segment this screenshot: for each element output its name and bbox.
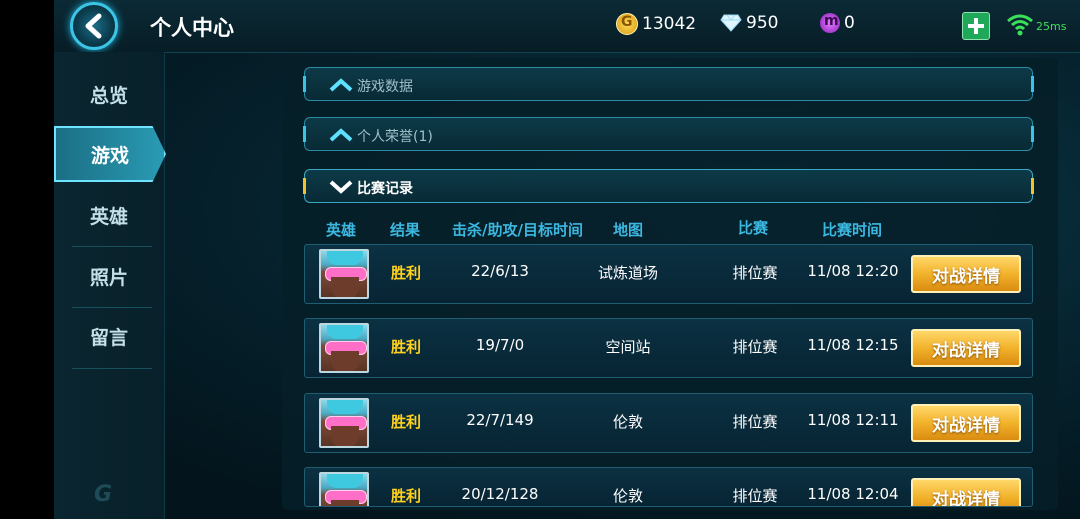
diamond-balance: 950	[720, 13, 778, 33]
add-currency-button[interactable]	[962, 12, 990, 40]
mode-cell: 排位赛	[732, 264, 778, 282]
result-cell: 胜利	[391, 264, 422, 282]
diamond-amount: 950	[746, 13, 779, 33]
ping-value: 25ms	[1036, 20, 1067, 33]
sidebar-item-messages[interactable]: 留言	[54, 306, 164, 366]
hero-avatar	[319, 323, 369, 373]
sidebar-item-photos[interactable]: 照片	[54, 246, 164, 306]
gold-balance: 13042	[616, 13, 696, 35]
result-cell: 胜利	[391, 338, 422, 356]
kda-cell: 19/7/0	[475, 336, 525, 354]
hero-avatar	[319, 472, 369, 506]
column-header-time: 比赛时间	[822, 221, 883, 239]
table-row: 胜利 19/7/0 空间站 排位赛 11/08 12:15 对战详情	[304, 318, 1033, 378]
kda-cell: 22/6/13	[471, 262, 529, 280]
chevron-up-icon	[329, 128, 353, 142]
sidebar-item-heroes[interactable]: 英雄	[54, 185, 164, 245]
map-cell: 试炼道场	[597, 264, 658, 282]
m-coin-amount: 0	[844, 13, 855, 33]
gold-coin-icon	[616, 13, 638, 35]
column-header-mode: 比赛	[738, 219, 769, 237]
sidebar: 总览 游戏 英雄 照片 留言 G	[54, 52, 166, 519]
column-header-hero: 英雄	[326, 221, 357, 239]
column-header-kda: 击杀/助攻/目标时间	[452, 221, 583, 239]
time-cell: 11/08 12:04	[807, 485, 899, 503]
mode-cell: 排位赛	[732, 413, 778, 431]
chevron-down-icon	[329, 180, 353, 194]
left-bezel	[0, 0, 54, 519]
kda-cell: 20/12/128	[461, 485, 539, 503]
time-cell: 11/08 12:15	[807, 336, 899, 354]
screen: 个人中心 13042 950 0 25ms 总览 游戏 英雄 照片 留言 G	[0, 0, 1080, 519]
table-row: 胜利 20/12/128 伦敦 排位赛 11/08 12:04 对战详情	[304, 467, 1033, 507]
page-title: 个人中心	[150, 16, 234, 40]
back-arrow-icon	[85, 13, 102, 39]
m-coin-icon	[820, 13, 840, 33]
sidebar-item-game[interactable]: 游戏	[54, 126, 166, 182]
gold-amount: 13042	[642, 14, 697, 34]
map-cell: 空间站	[605, 338, 651, 356]
time-cell: 11/08 12:11	[807, 411, 899, 429]
section-game-data[interactable]: 游戏数据	[303, 67, 1034, 101]
mode-cell: 排位赛	[732, 338, 778, 356]
section-label: 比赛记录	[357, 181, 413, 197]
brand-logo-icon: G	[94, 482, 113, 507]
m-coin-balance: 0	[820, 13, 855, 33]
result-cell: 胜利	[391, 487, 422, 505]
column-header-map: 地图	[613, 221, 644, 239]
battle-details-button[interactable]: 对战详情	[911, 329, 1021, 367]
sidebar-item-overview[interactable]: 总览	[54, 64, 164, 124]
map-cell: 伦敦	[612, 487, 643, 505]
table-row: 胜利 22/7/149 伦敦 排位赛 11/08 12:11 对战详情	[304, 393, 1033, 453]
section-match-history[interactable]: 比赛记录	[303, 169, 1034, 203]
battle-details-button[interactable]: 对战详情	[911, 404, 1021, 442]
section-label: 游戏数据	[357, 79, 413, 95]
diamond-icon	[720, 14, 742, 32]
back-button[interactable]	[70, 2, 118, 50]
battle-details-button[interactable]: 对战详情	[911, 478, 1021, 506]
chevron-up-icon	[329, 78, 353, 92]
column-header-result: 结果	[390, 221, 421, 239]
section-label: 个人荣誉(1)	[357, 129, 433, 145]
result-cell: 胜利	[391, 413, 422, 431]
hero-avatar	[319, 249, 369, 299]
wifi-icon	[1007, 14, 1033, 36]
hero-avatar	[319, 398, 369, 448]
map-cell: 伦敦	[612, 413, 643, 431]
sidebar-divider	[72, 368, 152, 369]
section-honors[interactable]: 个人荣誉(1)	[303, 117, 1034, 151]
mode-cell: 排位赛	[732, 487, 778, 505]
battle-details-button[interactable]: 对战详情	[911, 255, 1021, 293]
kda-cell: 22/7/149	[466, 411, 534, 429]
time-cell: 11/08 12:20	[807, 262, 899, 280]
table-row: 胜利 22/6/13 试炼道场 排位赛 11/08 12:20 对战详情	[304, 244, 1033, 304]
